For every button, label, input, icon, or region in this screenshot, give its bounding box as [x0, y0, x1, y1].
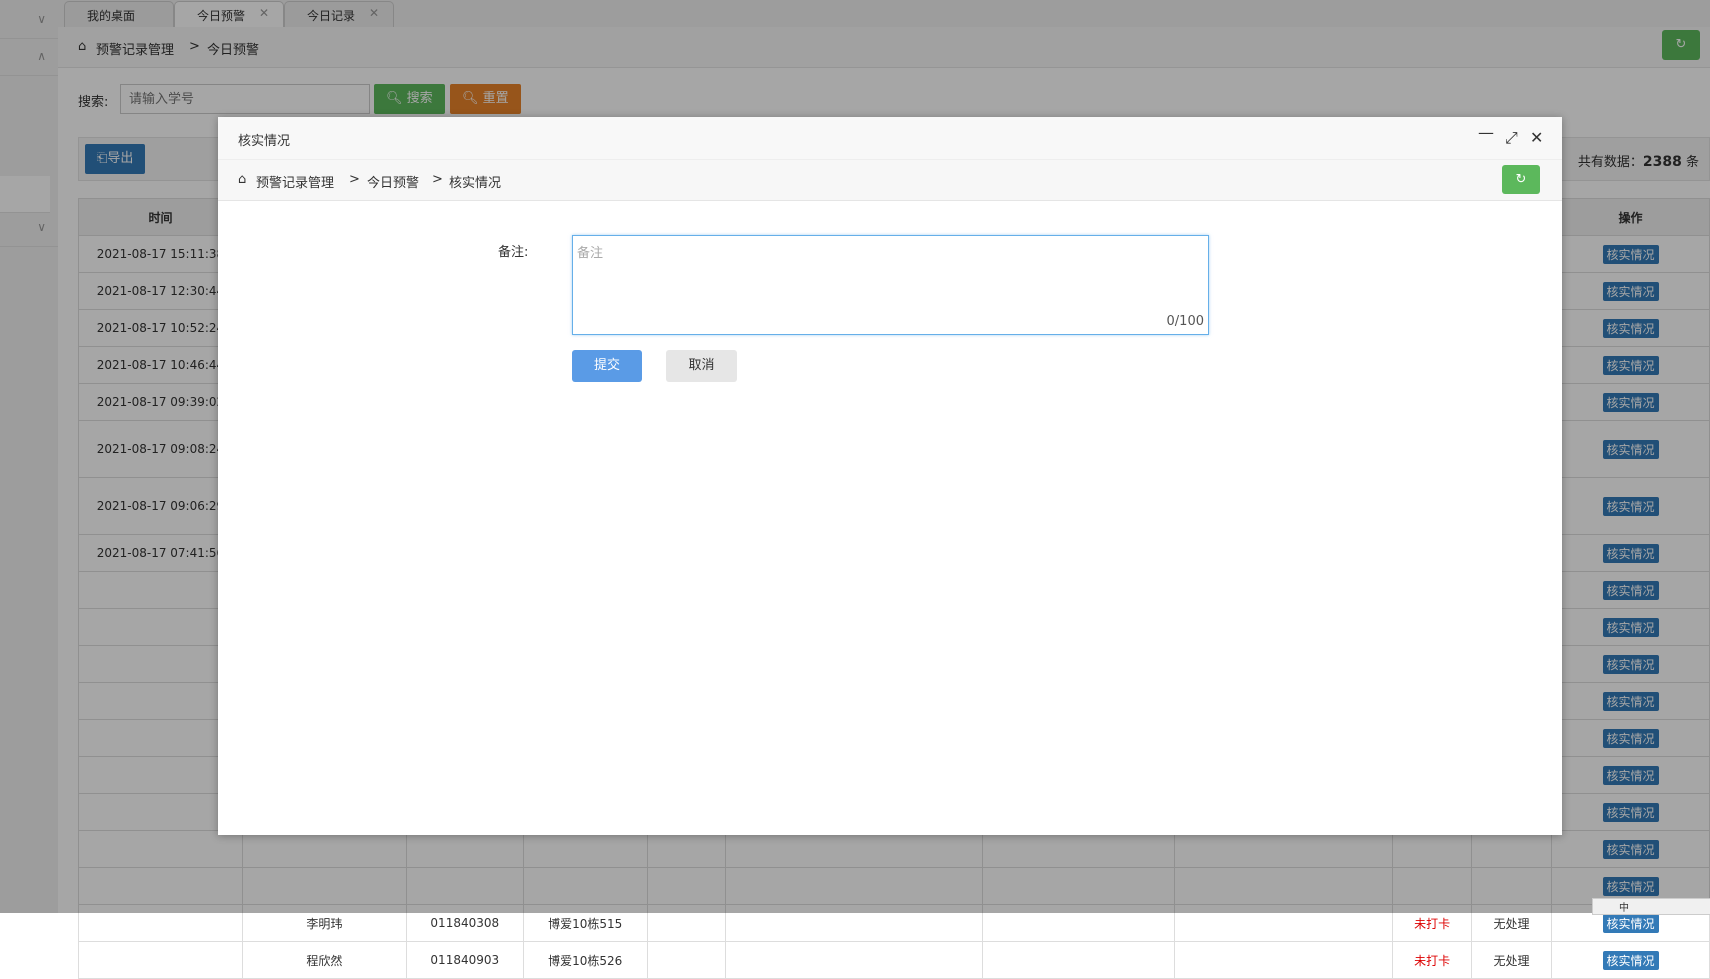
note-label: 备注: [498, 245, 529, 260]
dialog-header: 核实情况 — ⤢ ✕ [218, 117, 1562, 160]
table-row: 程欣然 011840903 博爱10栋526 未打卡 无处理 核实情况 [78, 941, 1710, 979]
cell-name: 程欣然 [241, 941, 407, 979]
breadcrumb-mid[interactable]: 今日预警 [367, 172, 419, 191]
refresh-button[interactable]: ↻ [1502, 165, 1540, 194]
verify-dialog: 核实情况 — ⤢ ✕ ⌂ 预警记录管理 > 今日预警 > 核实情况 ↻ 备注: … [218, 117, 1562, 835]
breadcrumb-separator: > [432, 172, 443, 187]
ime-mode: 中 [1619, 903, 1629, 914]
dialog-title: 核实情况 [238, 134, 291, 149]
breadcrumb-current: 核实情况 [449, 176, 502, 191]
breadcrumb-root[interactable]: 预警记录管理 [256, 172, 334, 191]
cell-handle: 无处理 [1471, 941, 1553, 979]
minimize-icon[interactable]: — [1478, 123, 1494, 142]
close-icon[interactable]: ✕ [1530, 128, 1543, 147]
note-char-counter: 0/100 [1166, 314, 1204, 329]
dialog-breadcrumb: ⌂ 预警记录管理 > 今日预警 > 核实情况 ↻ [218, 160, 1562, 201]
note-placeholder: 备注 [577, 246, 604, 261]
home-icon: ⌂ [238, 172, 247, 187]
submit-button[interactable]: 提交 [572, 350, 642, 382]
cancel-button[interactable]: 取消 [666, 350, 737, 382]
note-textarea[interactable]: 备注 0/100 [572, 235, 1209, 335]
refresh-icon: ↻ [1515, 172, 1527, 187]
ime-toolbar[interactable]: 中 [1592, 898, 1710, 915]
maximize-icon[interactable]: ⤢ [1505, 128, 1518, 148]
breadcrumb-separator: > [349, 172, 360, 187]
cell-id: 011840903 [405, 941, 524, 979]
verify-button[interactable]: 核实情况 [1602, 950, 1659, 970]
cell-dorm: 博爱10栋526 [522, 941, 648, 979]
cell-status: 未打卡 [1392, 941, 1473, 979]
verify-button[interactable]: 核实情况 [1602, 913, 1659, 933]
